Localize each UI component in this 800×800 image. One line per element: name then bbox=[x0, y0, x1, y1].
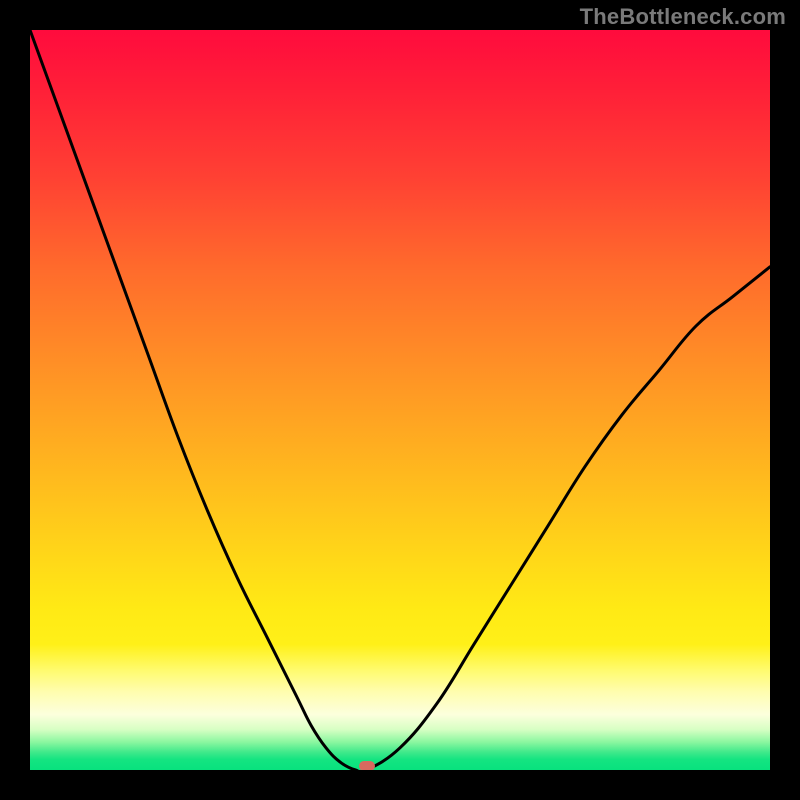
watermark-text: TheBottleneck.com bbox=[580, 4, 786, 30]
plot-area bbox=[30, 30, 770, 770]
bottleneck-curve bbox=[30, 30, 770, 770]
trough-marker bbox=[359, 761, 375, 770]
curve-layer bbox=[30, 30, 770, 770]
chart-frame: TheBottleneck.com bbox=[0, 0, 800, 800]
